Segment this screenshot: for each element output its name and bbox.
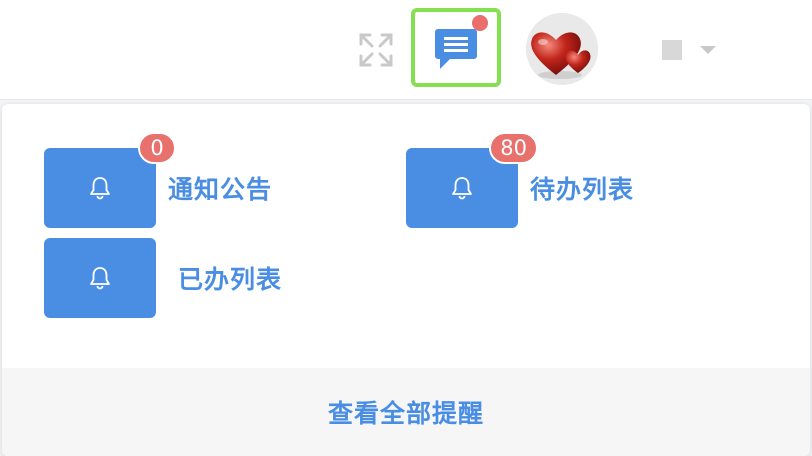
red-hearts-avatar: [526, 13, 598, 85]
view-all-label[interactable]: 查看全部提醒: [328, 394, 484, 430]
user-name-placeholder: [662, 40, 682, 60]
bell-icon: [90, 267, 110, 290]
notice-count-badge: 0: [138, 132, 176, 164]
todo-count-badge: 80: [489, 132, 538, 164]
messages-button[interactable]: [411, 8, 501, 87]
view-all-reminders-button[interactable]: 查看全部提醒: [2, 368, 810, 456]
notice-tile[interactable]: 0: [44, 132, 176, 228]
chat-message-icon: [435, 28, 477, 69]
bell-icon: [452, 177, 472, 200]
unread-dot: [472, 15, 488, 31]
fullscreen-button[interactable]: [352, 27, 400, 73]
expand-arrows-icon: [359, 33, 393, 67]
done-list-item[interactable]: 已办列表: [44, 238, 282, 318]
done-label[interactable]: 已办列表: [178, 260, 282, 296]
chevron-down-icon: [700, 46, 716, 54]
todo-tile[interactable]: 80: [406, 132, 538, 228]
avatar[interactable]: [526, 13, 598, 85]
notice-label[interactable]: 通知公告: [168, 170, 272, 206]
todo-label[interactable]: 待办列表: [530, 170, 634, 206]
notification-dropdown-panel: 0 通知公告 80 待办列表 已办列表 查看全部提醒: [2, 104, 810, 456]
top-toolbar: [0, 0, 812, 100]
bell-icon: [90, 177, 110, 200]
notice-announcements-item[interactable]: 0 通知公告: [44, 132, 272, 228]
done-tile[interactable]: [44, 238, 156, 318]
user-menu[interactable]: [656, 36, 736, 64]
todo-list-item[interactable]: 80 待办列表: [406, 132, 634, 228]
